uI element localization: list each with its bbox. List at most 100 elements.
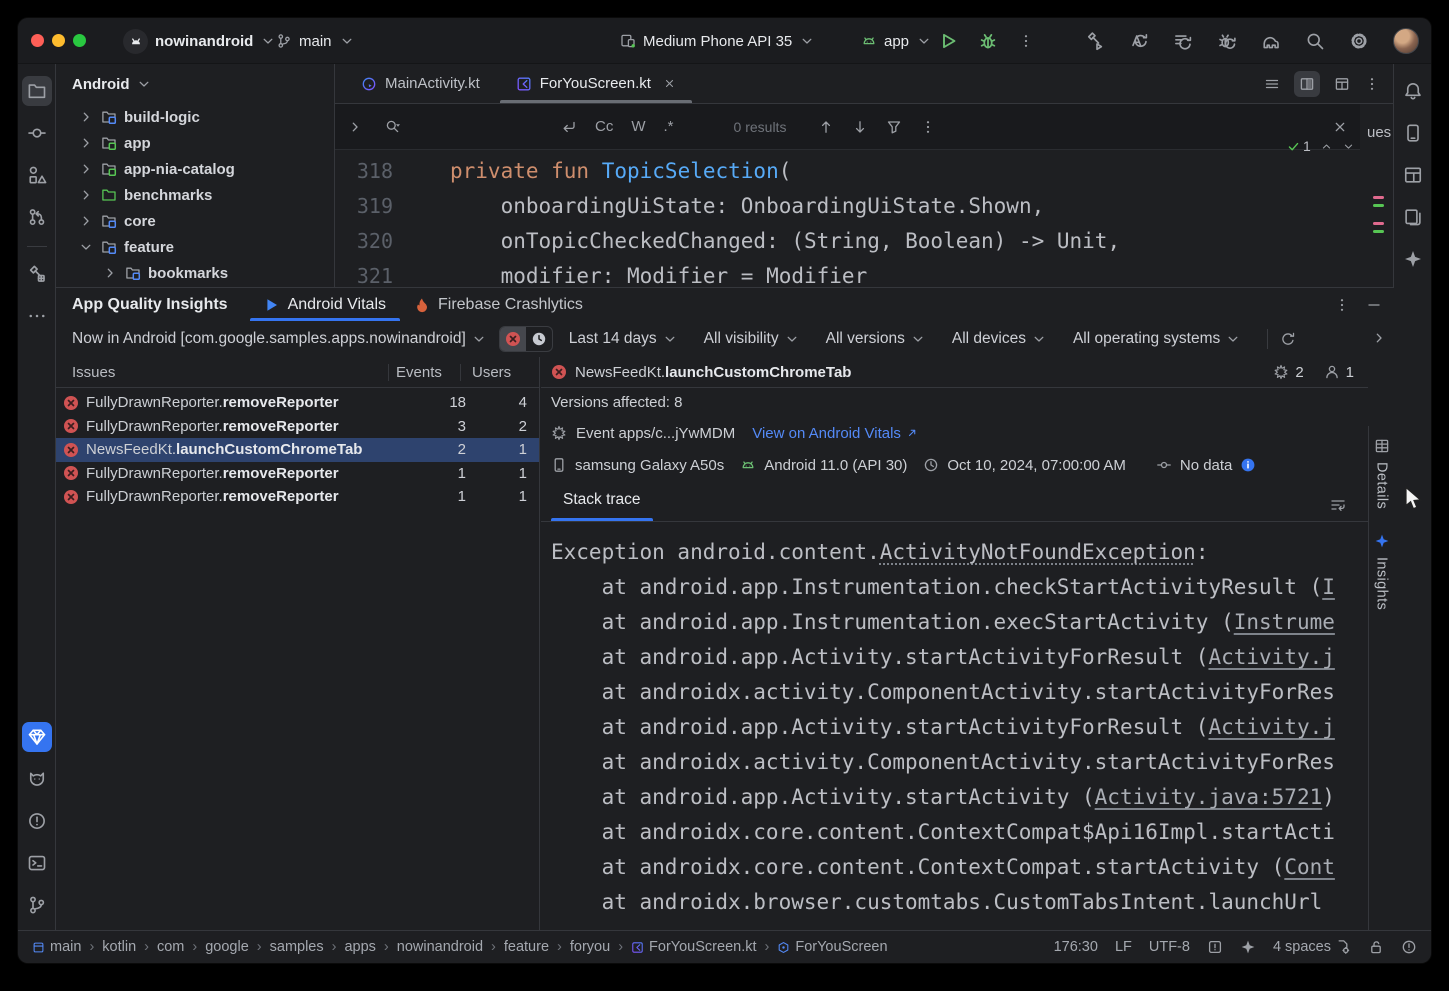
- tab-android-vitals[interactable]: Android Vitals: [250, 288, 400, 321]
- words-toggle[interactable]: W: [631, 118, 645, 135]
- stack-frame[interactable]: at androidx.core.content.ContextCompat$A…: [551, 815, 1368, 850]
- next-problem-icon[interactable]: [1342, 140, 1355, 153]
- project-selector[interactable]: nowinandroid: [123, 18, 276, 64]
- stack-link[interactable]: I: [1322, 575, 1335, 599]
- rerun-tasks-icon[interactable]: [1173, 31, 1193, 51]
- editor-tab-MainActivity.kt[interactable]: MainActivity.kt: [343, 64, 498, 103]
- tree-item-benchmarks[interactable]: benchmarks: [56, 182, 334, 208]
- code-line[interactable]: 320 onTopicCheckedChanged: (String, Bool…: [335, 224, 1394, 259]
- branch-selector[interactable]: main: [276, 18, 355, 64]
- app-filter-dropdown[interactable]: Now in Android [com.google.samples.apps.…: [72, 330, 487, 348]
- stack-frame[interactable]: at android.app.Instrumentation.checkStar…: [551, 570, 1368, 605]
- view-on-android-vitals-link[interactable]: View on Android Vitals: [752, 425, 918, 442]
- breadcrumb-ForYouScreen.kt[interactable]: ForYouScreen.kt: [631, 939, 756, 955]
- search-icon[interactable]: [385, 119, 401, 135]
- tool-running-devices[interactable]: [1398, 118, 1428, 148]
- crashes-toggle[interactable]: [500, 327, 526, 351]
- run-config-selector[interactable]: app: [861, 18, 932, 64]
- filter-search-icon[interactable]: [886, 119, 902, 135]
- side-tab-insights[interactable]: Insights: [1374, 533, 1390, 610]
- stack-link[interactable]: Activity.j: [1208, 715, 1334, 739]
- tool-git[interactable]: [22, 890, 52, 920]
- devices-filter-dropdown[interactable]: All devices: [952, 330, 1047, 348]
- close-window-button[interactable]: [31, 34, 44, 47]
- previous-occurrence-icon[interactable]: [818, 119, 834, 135]
- stack-frame[interactable]: at android.app.Activity.startActivity (A…: [551, 780, 1368, 815]
- expand-replace-icon[interactable]: [347, 119, 363, 135]
- panel-options-icon[interactable]: [1334, 297, 1350, 313]
- info-icon[interactable]: [1240, 457, 1256, 473]
- stack-frame[interactable]: at android.app.Activity.startActivityFor…: [551, 710, 1368, 745]
- code-line[interactable]: 319 onboardingUiState: OnboardingUiState…: [335, 189, 1394, 224]
- tool-build[interactable]: [22, 259, 52, 289]
- stack-frame[interactable]: at android.app.Activity.startActivityFor…: [551, 640, 1368, 675]
- hide-panel-icon[interactable]: [1366, 297, 1382, 313]
- breadcrumb-foryou[interactable]: foryou: [570, 939, 610, 955]
- tool-gemini[interactable]: [1398, 244, 1428, 274]
- caret-position[interactable]: 176:30: [1054, 939, 1098, 955]
- editor-layout-icon[interactable]: [1334, 76, 1350, 92]
- tree-item-bookmarks[interactable]: bookmarks: [56, 260, 334, 286]
- match-case-toggle[interactable]: Cc: [595, 118, 613, 135]
- inspections-widget[interactable]: 1: [1287, 138, 1355, 154]
- structure-icon[interactable]: [1264, 76, 1280, 92]
- close-search-icon[interactable]: [1332, 119, 1348, 135]
- stack-link[interactable]: ActivityNotFoundException: [880, 540, 1196, 564]
- soft-wrap-icon[interactable]: [1330, 497, 1346, 513]
- editor-tab-ForYouScreen.kt[interactable]: ForYouScreen.kt: [498, 64, 694, 103]
- column-events[interactable]: Events: [388, 364, 460, 381]
- split-editor-button[interactable]: [1294, 71, 1320, 97]
- breadcrumb-apps[interactable]: apps: [344, 939, 375, 955]
- search-options-icon[interactable]: [920, 119, 936, 135]
- stack-frame[interactable]: at android.app.Instrumentation.execStart…: [551, 605, 1368, 640]
- line-separator[interactable]: LF: [1115, 939, 1132, 955]
- zoom-window-button[interactable]: [73, 34, 86, 47]
- ai-sparkle-icon[interactable]: [1240, 939, 1256, 955]
- stack-frame[interactable]: at androidx.core.content.ContextCompat.s…: [551, 850, 1368, 885]
- gradle-sync-icon[interactable]: [1261, 31, 1281, 51]
- scroll-filters-icon[interactable]: [1371, 330, 1387, 346]
- settings-icon[interactable]: [1349, 31, 1369, 51]
- tool-app-quality-insights[interactable]: [22, 722, 52, 752]
- breadcrumb-feature[interactable]: feature: [504, 939, 549, 955]
- apply-code-changes-icon[interactable]: [1217, 31, 1237, 51]
- visibility-filter-dropdown[interactable]: All visibility: [704, 330, 800, 348]
- code-line[interactable]: 321 modifier: Modifier = Modifier: [335, 259, 1394, 287]
- versions-filter-dropdown[interactable]: All versions: [826, 330, 926, 348]
- refresh-icon[interactable]: [1280, 331, 1296, 347]
- os-filter-dropdown[interactable]: All operating systems: [1073, 330, 1241, 348]
- stack-frame[interactable]: at androidx.activity.ComponentActivity.s…: [551, 675, 1368, 710]
- device-selector[interactable]: Medium Phone API 35: [620, 18, 815, 64]
- stack-link[interactable]: Activity.j: [1208, 645, 1334, 669]
- stack-link[interactable]: Activity.java:5721: [1095, 785, 1323, 809]
- tree-item-build-logic[interactable]: build-logic: [56, 104, 334, 130]
- breadcrumb-google[interactable]: google: [205, 939, 249, 955]
- user-avatar[interactable]: [1393, 28, 1419, 54]
- tool-notifications[interactable]: [1398, 76, 1428, 106]
- tree-item-app[interactable]: app: [56, 130, 334, 156]
- minimize-window-button[interactable]: [52, 34, 65, 47]
- breadcrumb-main[interactable]: main: [32, 939, 81, 955]
- tool-more[interactable]: [22, 301, 52, 331]
- issue-row-NewsFeedKt.launchCustomChromeTab[interactable]: NewsFeedKt.launchCustomChromeTab21: [56, 438, 539, 462]
- unlock-icon[interactable]: [1368, 939, 1384, 955]
- build-run-icon[interactable]: [1085, 31, 1105, 51]
- error-level-icon[interactable]: [1401, 939, 1417, 955]
- breadcrumb-nowinandroid[interactable]: nowinandroid: [397, 939, 483, 955]
- stack-frame[interactable]: at androidx.activity.ComponentActivity.s…: [551, 745, 1368, 780]
- run-button[interactable]: [938, 31, 958, 51]
- apply-changes-icon[interactable]: [1129, 31, 1149, 51]
- project-view-selector[interactable]: Android: [56, 64, 334, 104]
- anrs-toggle[interactable]: [526, 327, 552, 351]
- tree-item-app-nia-catalog[interactable]: app-nia-catalog: [56, 156, 334, 182]
- search-everywhere-icon[interactable]: [1305, 31, 1325, 51]
- tool-problems[interactable]: [22, 806, 52, 836]
- stack-link[interactable]: Cont: [1284, 855, 1335, 879]
- side-tab-details[interactable]: Details: [1374, 438, 1390, 509]
- tool-terminal[interactable]: [22, 848, 52, 878]
- more-actions-button[interactable]: [1018, 33, 1034, 49]
- tree-item-feature[interactable]: feature: [56, 234, 334, 260]
- code-area[interactable]: 318private fun TopicSelection(319 onboar…: [335, 150, 1394, 287]
- close-tab-icon[interactable]: [663, 77, 676, 90]
- indent-setting[interactable]: 4 spaces: [1273, 939, 1331, 955]
